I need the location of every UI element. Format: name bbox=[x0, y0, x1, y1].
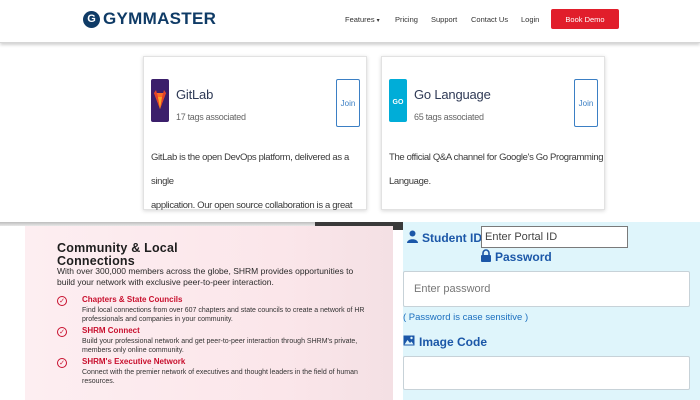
nav-login[interactable]: Login bbox=[521, 15, 539, 24]
go-gopher-icon: GO bbox=[389, 79, 407, 122]
gitlab-fox-icon bbox=[151, 79, 169, 122]
gymmaster-logo-icon: G bbox=[83, 10, 100, 28]
tag-card-go-language[interactable]: GO Go Language 65 tags associated Join T… bbox=[381, 56, 605, 210]
check-circle-icon: ✓ bbox=[57, 296, 67, 306]
nav-features[interactable]: Features ▾ bbox=[345, 15, 380, 24]
tag-card-gitlab[interactable]: GitLab 17 tags associated Join GitLab is… bbox=[143, 56, 367, 235]
brand-name: GYMMASTER bbox=[103, 9, 217, 28]
password-input[interactable]: Enter password bbox=[403, 271, 690, 307]
student-id-text: Student ID bbox=[422, 231, 482, 245]
description-line: GitLab is the open DevOps platform, deli… bbox=[151, 152, 349, 187]
card-tag-count: 17 tags associated bbox=[176, 112, 246, 122]
nav-pricing[interactable]: Pricing bbox=[395, 15, 418, 24]
site-header: G GYMMASTER Features ▾ Pricing Support Co… bbox=[0, 0, 700, 43]
check-circle-icon: ✓ bbox=[57, 358, 67, 368]
shrm-item-desc: Find local connections from over 607 cha… bbox=[82, 307, 365, 323]
screenshot-root: G GYMMASTER Features ▾ Pricing Support Co… bbox=[0, 0, 700, 400]
card-title[interactable]: GitLab bbox=[176, 87, 213, 102]
join-button[interactable]: Join bbox=[336, 79, 360, 127]
password-text: Password bbox=[495, 250, 552, 264]
join-button[interactable]: Join bbox=[574, 79, 598, 127]
user-icon bbox=[407, 230, 418, 246]
shrm-intro: With over 300,000 members across the glo… bbox=[57, 266, 354, 287]
shrm-item-desc: Connect with the premier network of exec… bbox=[82, 369, 358, 385]
lock-icon bbox=[481, 249, 491, 265]
svg-text:GO: GO bbox=[393, 99, 404, 106]
nav-contact-us[interactable]: Contact Us bbox=[471, 15, 508, 24]
image-code-text: Image Code bbox=[419, 335, 488, 349]
nav-features-label: Features bbox=[345, 15, 375, 24]
card-tag-count: 65 tags associated bbox=[414, 112, 484, 122]
shrm-community-panel: Community & Local Connections With over … bbox=[25, 226, 393, 400]
image-code-input[interactable] bbox=[403, 356, 690, 390]
password-label: Password bbox=[481, 249, 552, 265]
nav-support[interactable]: Support bbox=[431, 15, 457, 24]
image-code-label: Image Code bbox=[403, 335, 487, 349]
student-id-label: Student ID bbox=[407, 230, 482, 246]
book-demo-button[interactable]: Book Demo bbox=[551, 9, 619, 29]
chevron-down-icon: ▾ bbox=[376, 18, 380, 24]
student-login-panel: Student ID Enter Portal ID Password Ente… bbox=[403, 222, 700, 400]
shrm-item-title[interactable]: SHRM's Executive Network bbox=[82, 357, 185, 366]
description-line: The official Q&A channel for Google's Go… bbox=[389, 152, 604, 187]
card-title[interactable]: Go Language bbox=[414, 87, 491, 102]
portal-id-input[interactable]: Enter Portal ID bbox=[481, 226, 628, 248]
gymmaster-logo[interactable]: G GYMMASTER bbox=[83, 9, 216, 29]
shrm-item-title[interactable]: Chapters & State Councils bbox=[82, 295, 182, 304]
shrm-item-desc: Build your professional network and get … bbox=[82, 338, 358, 354]
password-hint: ( Password is case sensitive ) bbox=[403, 312, 529, 323]
shrm-heading: Community & Local Connections bbox=[57, 242, 178, 268]
check-circle-icon: ✓ bbox=[57, 327, 67, 337]
card-description: The official Q&A channel for Google's Go… bbox=[389, 146, 604, 194]
image-icon bbox=[403, 335, 415, 349]
shrm-item-title[interactable]: SHRM Connect bbox=[82, 326, 140, 335]
